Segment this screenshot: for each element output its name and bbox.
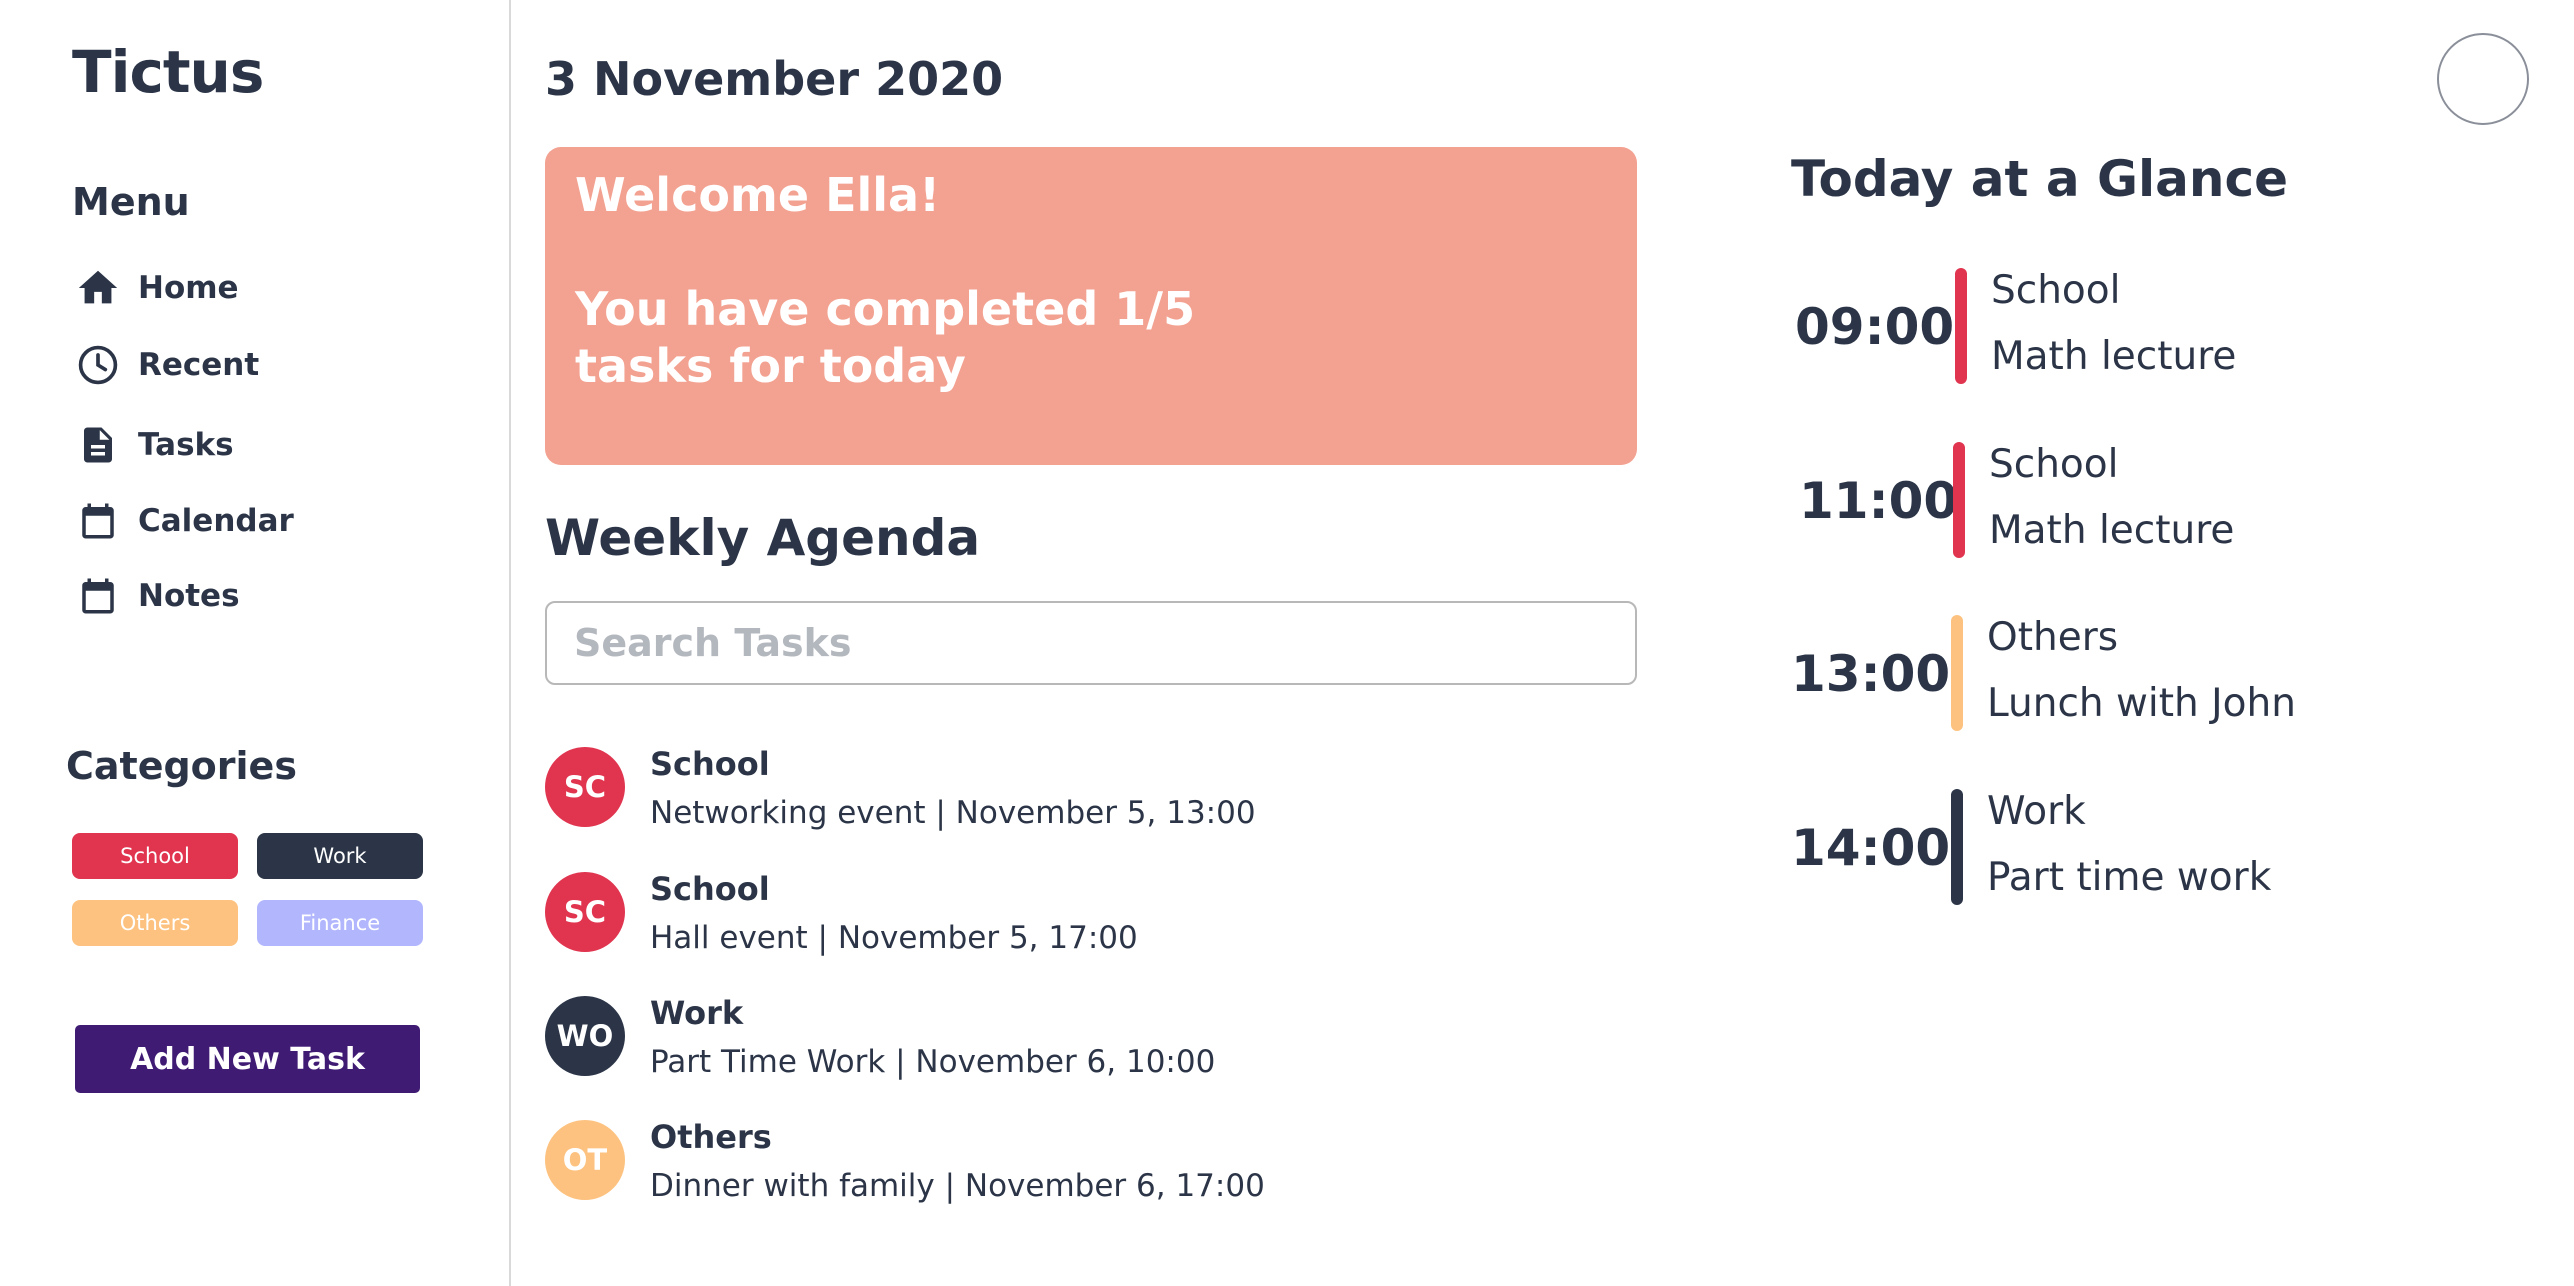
- category-avatar: WO: [545, 996, 625, 1076]
- glance-category: School: [1991, 268, 2121, 313]
- category-color-bar: [1955, 268, 1967, 384]
- sidebar-item-recent[interactable]: Recent: [72, 335, 259, 395]
- agenda-list-item[interactable]: WO Work Part Time Work | November 6, 10:…: [545, 994, 1645, 1094]
- sidebar-item-home[interactable]: Home: [72, 258, 239, 318]
- sidebar-item-label: Home: [138, 270, 239, 306]
- task-category: School: [650, 745, 770, 783]
- glance-description: Math lecture: [1991, 334, 2237, 379]
- agenda-list-item[interactable]: OT Others Dinner with family | November …: [545, 1118, 1645, 1218]
- today-at-a-glance-heading: Today at a Glance: [1791, 150, 2289, 208]
- welcome-progress-line1: You have completed 1/5: [575, 282, 1196, 336]
- category-color-bar: [1951, 789, 1963, 905]
- agenda-list-item[interactable]: SC School Hall event | November 5, 17:00: [545, 870, 1645, 970]
- calendar-icon: [72, 570, 124, 622]
- glance-category: School: [1989, 442, 2119, 487]
- glance-time: 09:00: [1795, 298, 1955, 356]
- category-avatar: SC: [545, 747, 625, 827]
- glance-item[interactable]: 13:00 Others Lunch with John: [1791, 615, 2491, 733]
- glance-item[interactable]: 11:00 School Math lecture: [1791, 442, 2491, 560]
- category-chip-work[interactable]: Work: [257, 833, 423, 879]
- agenda-list-item[interactable]: SC School Networking event | November 5,…: [545, 745, 1645, 845]
- task-description: Dinner with family | November 6, 17:00: [650, 1168, 1265, 1204]
- menu-heading: Menu: [72, 180, 190, 224]
- welcome-greeting: Welcome Ella!: [575, 168, 941, 222]
- weekly-agenda-heading: Weekly Agenda: [545, 509, 981, 567]
- profile-avatar[interactable]: [2437, 33, 2529, 125]
- sidebar-item-label: Recent: [138, 347, 260, 383]
- document-icon: [72, 419, 124, 471]
- glance-time: 13:00: [1791, 645, 1951, 703]
- glance-time: 14:00: [1791, 819, 1951, 877]
- glance-description: Part time work: [1987, 855, 2272, 900]
- task-description: Part Time Work | November 6, 10:00: [650, 1044, 1216, 1080]
- categories-heading: Categories: [66, 744, 297, 788]
- sidebar-item-label: Notes: [138, 578, 240, 614]
- glance-description: Lunch with John: [1987, 681, 2296, 726]
- search-tasks-input[interactable]: [545, 601, 1637, 685]
- welcome-banner: Welcome Ella! You have completed 1/5 tas…: [545, 147, 1637, 465]
- add-new-task-button[interactable]: Add New Task: [75, 1025, 420, 1093]
- sidebar-item-tasks[interactable]: Tasks: [72, 415, 234, 475]
- category-chip-school[interactable]: School: [72, 833, 238, 879]
- category-chip-finance[interactable]: Finance: [257, 900, 423, 946]
- glance-time: 11:00: [1799, 472, 1959, 530]
- sidebar-item-notes[interactable]: Notes: [72, 566, 240, 626]
- sidebar-item-calendar[interactable]: Calendar: [72, 491, 294, 551]
- glance-item[interactable]: 14:00 Work Part time work: [1791, 789, 2491, 907]
- category-chip-others[interactable]: Others: [72, 900, 238, 946]
- welcome-progress-line2: tasks for today: [575, 339, 966, 393]
- calendar-icon: [72, 495, 124, 547]
- glance-description: Math lecture: [1989, 508, 2235, 553]
- app-logo: Tictus: [72, 38, 264, 106]
- home-icon: [72, 262, 124, 314]
- category-color-bar: [1951, 615, 1963, 731]
- sidebar-divider: [509, 0, 511, 1286]
- task-category: School: [650, 870, 770, 908]
- task-category: Others: [650, 1118, 772, 1156]
- task-description: Networking event | November 5, 13:00: [650, 795, 1256, 831]
- glance-category: Work: [1987, 789, 2086, 834]
- clock-icon: [72, 339, 124, 391]
- glance-item[interactable]: 09:00 School Math lecture: [1791, 268, 2491, 386]
- sidebar-item-label: Calendar: [138, 503, 294, 539]
- category-avatar: SC: [545, 872, 625, 952]
- sidebar-item-label: Tasks: [138, 427, 234, 463]
- glance-category: Others: [1987, 615, 2119, 660]
- task-description: Hall event | November 5, 17:00: [650, 920, 1138, 956]
- page-date: 3 November 2020: [545, 52, 1004, 106]
- category-avatar: OT: [545, 1120, 625, 1200]
- category-color-bar: [1953, 442, 1965, 558]
- task-category: Work: [650, 994, 744, 1032]
